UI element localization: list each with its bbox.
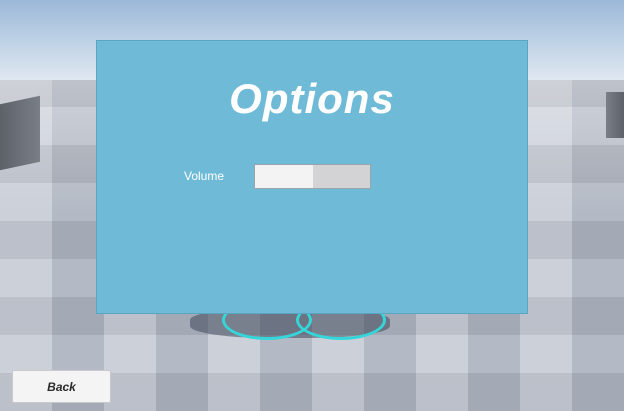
right-cube [606,92,624,138]
left-cube [0,95,40,171]
options-title: Options [229,75,395,122]
back-button[interactable]: Back [12,370,111,403]
volume-label: Volume [184,169,225,183]
volume-slider[interactable] [254,164,371,189]
volume-slider-fill [255,165,313,188]
